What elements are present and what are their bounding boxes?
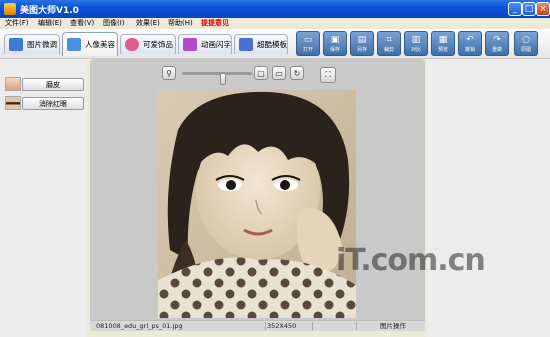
open-icon: ▭ — [303, 35, 313, 45]
red-eye-thumbnail — [5, 96, 21, 110]
zoom-slider[interactable] — [182, 72, 252, 85]
menu-view[interactable]: 查看(V) — [70, 18, 94, 29]
undo-button[interactable]: ↶ 撤销 — [458, 31, 482, 56]
tab-cool-templates[interactable]: 超酷模板 — [234, 34, 288, 54]
tab-photo-adjust[interactable]: 图片微调 — [4, 34, 60, 54]
minimize-button[interactable]: _ — [508, 2, 522, 16]
zoom-slider-thumb[interactable] — [220, 73, 226, 85]
compare-button[interactable]: ▥ 对比 — [404, 31, 428, 56]
tab-animation-text[interactable]: 动画闪字 — [178, 34, 232, 54]
title-bar: 美图大师V1.0 _ □ × — [0, 0, 550, 18]
menu-help[interactable]: 帮助(H) — [168, 18, 193, 29]
zoom-icon[interactable]: ⚲ — [162, 66, 176, 80]
tab-label: 超酷模板 — [257, 40, 287, 49]
original-button[interactable]: ○ 原图 — [514, 31, 538, 56]
status-section: 图片操作 — [380, 322, 406, 330]
menu-feedback[interactable]: 提提意见 — [201, 18, 229, 29]
status-divider — [312, 322, 313, 330]
preview-button[interactable]: ▦ 预览 — [431, 31, 455, 56]
status-dimensions: 352X450 — [267, 322, 297, 330]
rotate-icon[interactable]: ↻ — [290, 66, 304, 80]
open-button[interactable]: ▭ 打开 — [296, 31, 320, 56]
tab-cute-accessories[interactable]: 可爱饰品 — [120, 34, 176, 54]
status-bar: 081008_edu_grl_ps_01.jpg 352X450 图片操作 — [90, 320, 425, 331]
app-icon — [4, 3, 16, 15]
photo-canvas[interactable] — [158, 90, 356, 318]
crop-button[interactable]: ⌗ 裁剪 — [377, 31, 401, 56]
fullscreen-icon[interactable]: ⛶ — [320, 67, 336, 83]
tab-label: 动画闪字 — [201, 40, 231, 49]
status-divider — [356, 322, 357, 330]
fit-window-icon[interactable]: ▢ — [254, 66, 268, 80]
red-eye-removal-button[interactable]: 消除红眼 — [22, 97, 84, 110]
window-title: 美图大师V1.0 — [20, 6, 79, 16]
tab-portrait-beauty[interactable]: 人像美容 — [62, 32, 118, 56]
preview-icon: ▦ — [438, 35, 448, 45]
original-icon: ○ — [522, 35, 530, 45]
crop-icon: ⌗ — [386, 35, 392, 45]
redo-icon: ↷ — [493, 35, 501, 45]
save-as-icon: ▤ — [357, 35, 367, 45]
close-button[interactable]: × — [536, 2, 550, 16]
maximize-button[interactable]: □ — [522, 2, 536, 16]
redo-button[interactable]: ↷ 重做 — [485, 31, 509, 56]
undo-icon: ↶ — [466, 35, 474, 45]
template-icon — [239, 38, 253, 51]
menu-file[interactable]: 文件(F) — [5, 18, 29, 29]
compare-icon: ▥ — [411, 35, 421, 45]
save-button[interactable]: ▣ 保存 — [323, 31, 347, 56]
menu-effects[interactable]: 效果(E) — [136, 18, 160, 29]
sliders-icon — [9, 38, 23, 51]
tab-label: 人像美容 — [85, 40, 115, 49]
watermark-logo: iT.com.cn — [336, 243, 486, 278]
menu-bar: 文件(F) 编辑(E) 查看(V) 图像(I) 效果(E) 帮助(H) 提提意见 — [0, 18, 550, 29]
zoom-controls: ⚲ ▢ ▭ ↻ — [162, 66, 312, 85]
animation-icon — [183, 38, 197, 51]
skin-smooth-thumbnail — [5, 77, 21, 91]
flower-icon — [125, 38, 139, 51]
save-icon: ▣ — [330, 35, 340, 45]
tab-label: 图片微调 — [27, 40, 57, 49]
portrait-photo — [158, 90, 356, 318]
status-filename: 081008_edu_grl_ps_01.jpg — [96, 322, 183, 330]
status-divider — [265, 322, 266, 330]
tab-label: 可爱饰品 — [143, 40, 173, 49]
portrait-icon — [67, 38, 81, 51]
menu-image[interactable]: 图像(I) — [103, 18, 125, 29]
actual-size-icon[interactable]: ▭ — [272, 66, 286, 80]
save-as-button[interactable]: ▤ 另存 — [350, 31, 374, 56]
skin-smooth-button[interactable]: 磨皮 — [22, 78, 84, 91]
right-panel — [427, 59, 550, 337]
menu-edit[interactable]: 编辑(E) — [38, 18, 62, 29]
